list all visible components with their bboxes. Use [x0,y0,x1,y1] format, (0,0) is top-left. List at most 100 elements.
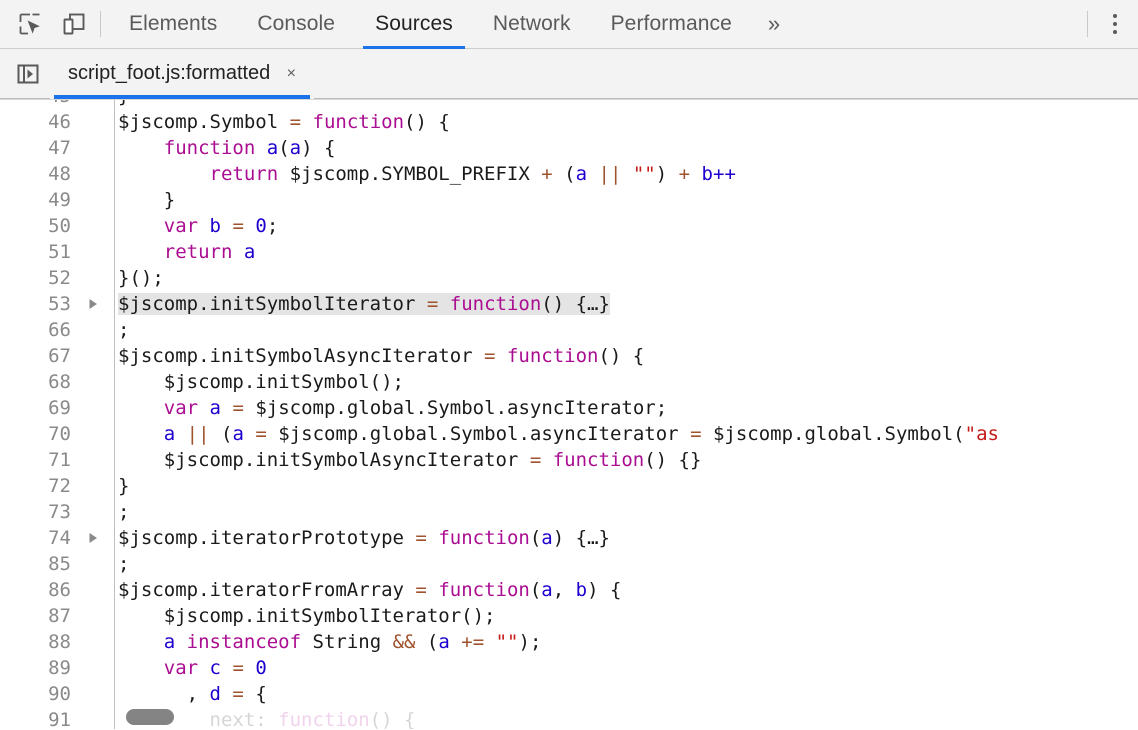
code-line[interactable]: 49 } [0,187,1138,213]
line-number[interactable]: 72 [0,473,78,499]
code-line-text[interactable]: a instanceof String && (a += ""); [107,629,1138,655]
line-number[interactable]: 70 [0,421,78,447]
line-number[interactable]: 68 [0,369,78,395]
code-line-text[interactable]: var c = 0 [107,655,1138,681]
code-line[interactable]: 53 $jscomp.initSymbolIterator = function(… [0,291,1138,317]
code-line[interactable]: 90 , d = { [0,681,1138,707]
code-line[interactable]: 71 $jscomp.initSymbolAsyncIterator = fun… [0,447,1138,473]
line-number[interactable]: 89 [0,655,78,681]
code-line[interactable]: 68 $jscomp.initSymbol(); [0,369,1138,395]
expand-triangle-icon[interactable] [78,291,107,317]
line-number[interactable]: 51 [0,239,78,265]
code-line-text[interactable]: $jscomp.iteratorPrototype = function(a) … [107,525,1138,551]
code-line[interactable]: 66; [0,317,1138,343]
line-number[interactable]: 85 [0,551,78,577]
line-number[interactable]: 45 [0,99,78,109]
line-number[interactable]: 53 [0,291,78,317]
line-number[interactable]: 88 [0,629,78,655]
code-token [118,241,164,263]
line-number[interactable]: 87 [0,603,78,629]
code-line-text[interactable]: $jscomp.iteratorFromArray = function(a, … [107,577,1138,603]
code-line[interactable]: 73; [0,499,1138,525]
code-line-text[interactable]: } [107,473,1138,499]
code-line[interactable]: 69 var a = $jscomp.global.Symbol.asyncIt… [0,395,1138,421]
kebab-menu-icon[interactable] [1098,5,1132,43]
tab-elements[interactable]: Elements [109,0,237,49]
code-line-text[interactable]: a || (a = $jscomp.global.Symbol.asyncIte… [107,421,1138,447]
line-number[interactable]: 52 [0,265,78,291]
code-line[interactable]: 50 var b = 0; [0,213,1138,239]
horizontal-scrollbar-thumb[interactable] [126,709,174,725]
code-line[interactable]: 85; [0,551,1138,577]
code-line-text[interactable]: $jscomp.Symbol = function() { [107,109,1138,135]
code-line-text[interactable]: ; [107,317,1138,343]
code-line-text[interactable]: return a [107,239,1138,265]
line-number[interactable]: 73 [0,499,78,525]
tab-console[interactable]: Console [237,0,355,49]
line-number[interactable]: 50 [0,213,78,239]
code-line[interactable]: 45} [0,99,1138,109]
show-navigator-icon[interactable] [6,52,50,96]
code-token: b [702,163,713,185]
code-token: ) {…} [553,527,610,549]
code-line-text[interactable]: var b = 0; [107,213,1138,239]
code-line-text[interactable]: $jscomp.initSymbolIterator(); [107,603,1138,629]
code-line[interactable]: 67 $jscomp.initSymbolAsyncIterator = func… [0,343,1138,369]
more-tabs-button[interactable]: » [752,0,796,49]
line-number[interactable]: 48 [0,161,78,187]
tab-performance-label: Performance [611,12,732,36]
code-line-text[interactable]: ; [107,499,1138,525]
code-line-text[interactable]: $jscomp.initSymbolAsyncIterator = functi… [107,447,1138,473]
line-number[interactable]: 46 [0,109,78,135]
code-line-text[interactable]: $jscomp.initSymbolIterator = function() … [107,291,1138,317]
line-number[interactable]: 74 [0,525,78,551]
devtools-window: Elements Console Sources Network Perform… [0,0,1138,730]
line-number[interactable]: 66 [0,317,78,343]
code-line[interactable]: 88 a instanceof String && (a += ""); [0,629,1138,655]
code-line-text[interactable]: $jscomp.initSymbolAsyncIterator = functi… [107,343,1138,369]
fold-gutter-empty [78,343,107,369]
code-line-text[interactable]: ; [107,551,1138,577]
line-number[interactable]: 86 [0,577,78,603]
line-number[interactable]: 47 [0,135,78,161]
code-line[interactable]: 47 function a(a) { [0,135,1138,161]
tab-network[interactable]: Network [473,0,591,49]
code-line[interactable]: 72} [0,473,1138,499]
code-line[interactable]: 70 a || (a = $jscomp.global.Symbol.async… [0,421,1138,447]
tab-sources[interactable]: Sources [355,0,473,49]
device-toolbar-icon[interactable] [52,2,96,46]
line-number[interactable]: 69 [0,395,78,421]
line-number[interactable]: 49 [0,187,78,213]
line-number[interactable]: 91 [0,707,78,729]
tab-performance[interactable]: Performance [591,0,752,49]
code-line-text[interactable]: return $jscomp.SYMBOL_PREFIX + (a || "")… [107,161,1138,187]
code-line-text[interactable]: var a = $jscomp.global.Symbol.asyncItera… [107,395,1138,421]
code-token: $jscomp.iteratorFromArray [118,579,415,601]
code-line-text[interactable]: , d = { [107,681,1138,707]
code-token [450,631,461,653]
code-line[interactable]: 74 $jscomp.iteratorPrototype = function(a… [0,525,1138,551]
code-line-text[interactable]: }(); [107,265,1138,291]
code-line[interactable]: 86 $jscomp.iteratorFromArray = function(a… [0,577,1138,603]
code-line[interactable]: 52 }(); [0,265,1138,291]
source-code-editor[interactable]: 45}46$jscomp.Symbol = function() {47 fun… [0,99,1138,729]
code-line-text[interactable]: } [107,99,1138,109]
code-line[interactable]: 48 return $jscomp.SYMBOL_PREFIX + (a || … [0,161,1138,187]
line-number[interactable]: 71 [0,447,78,473]
code-line[interactable]: 46 $jscomp.Symbol = function() { [0,109,1138,135]
code-token: = [690,423,701,445]
expand-triangle-icon[interactable] [78,525,107,551]
line-number[interactable]: 90 [0,681,78,707]
code-token: && [393,631,416,653]
code-line[interactable]: 89 var c = 0 [0,655,1138,681]
line-number[interactable]: 67 [0,343,78,369]
code-line-text[interactable]: } [107,187,1138,213]
code-line-text[interactable]: function a(a) { [107,135,1138,161]
close-icon[interactable]: × [282,65,300,83]
file-tab-script-foot[interactable]: script_foot.js:formatted × [50,49,314,99]
inspect-element-icon[interactable] [8,2,52,46]
horizontal-scrollbar[interactable] [116,705,1138,729]
code-line[interactable]: 87 $jscomp.initSymbolIterator(); [0,603,1138,629]
code-line-text[interactable]: $jscomp.initSymbol(); [107,369,1138,395]
code-line[interactable]: 51 return a [0,239,1138,265]
